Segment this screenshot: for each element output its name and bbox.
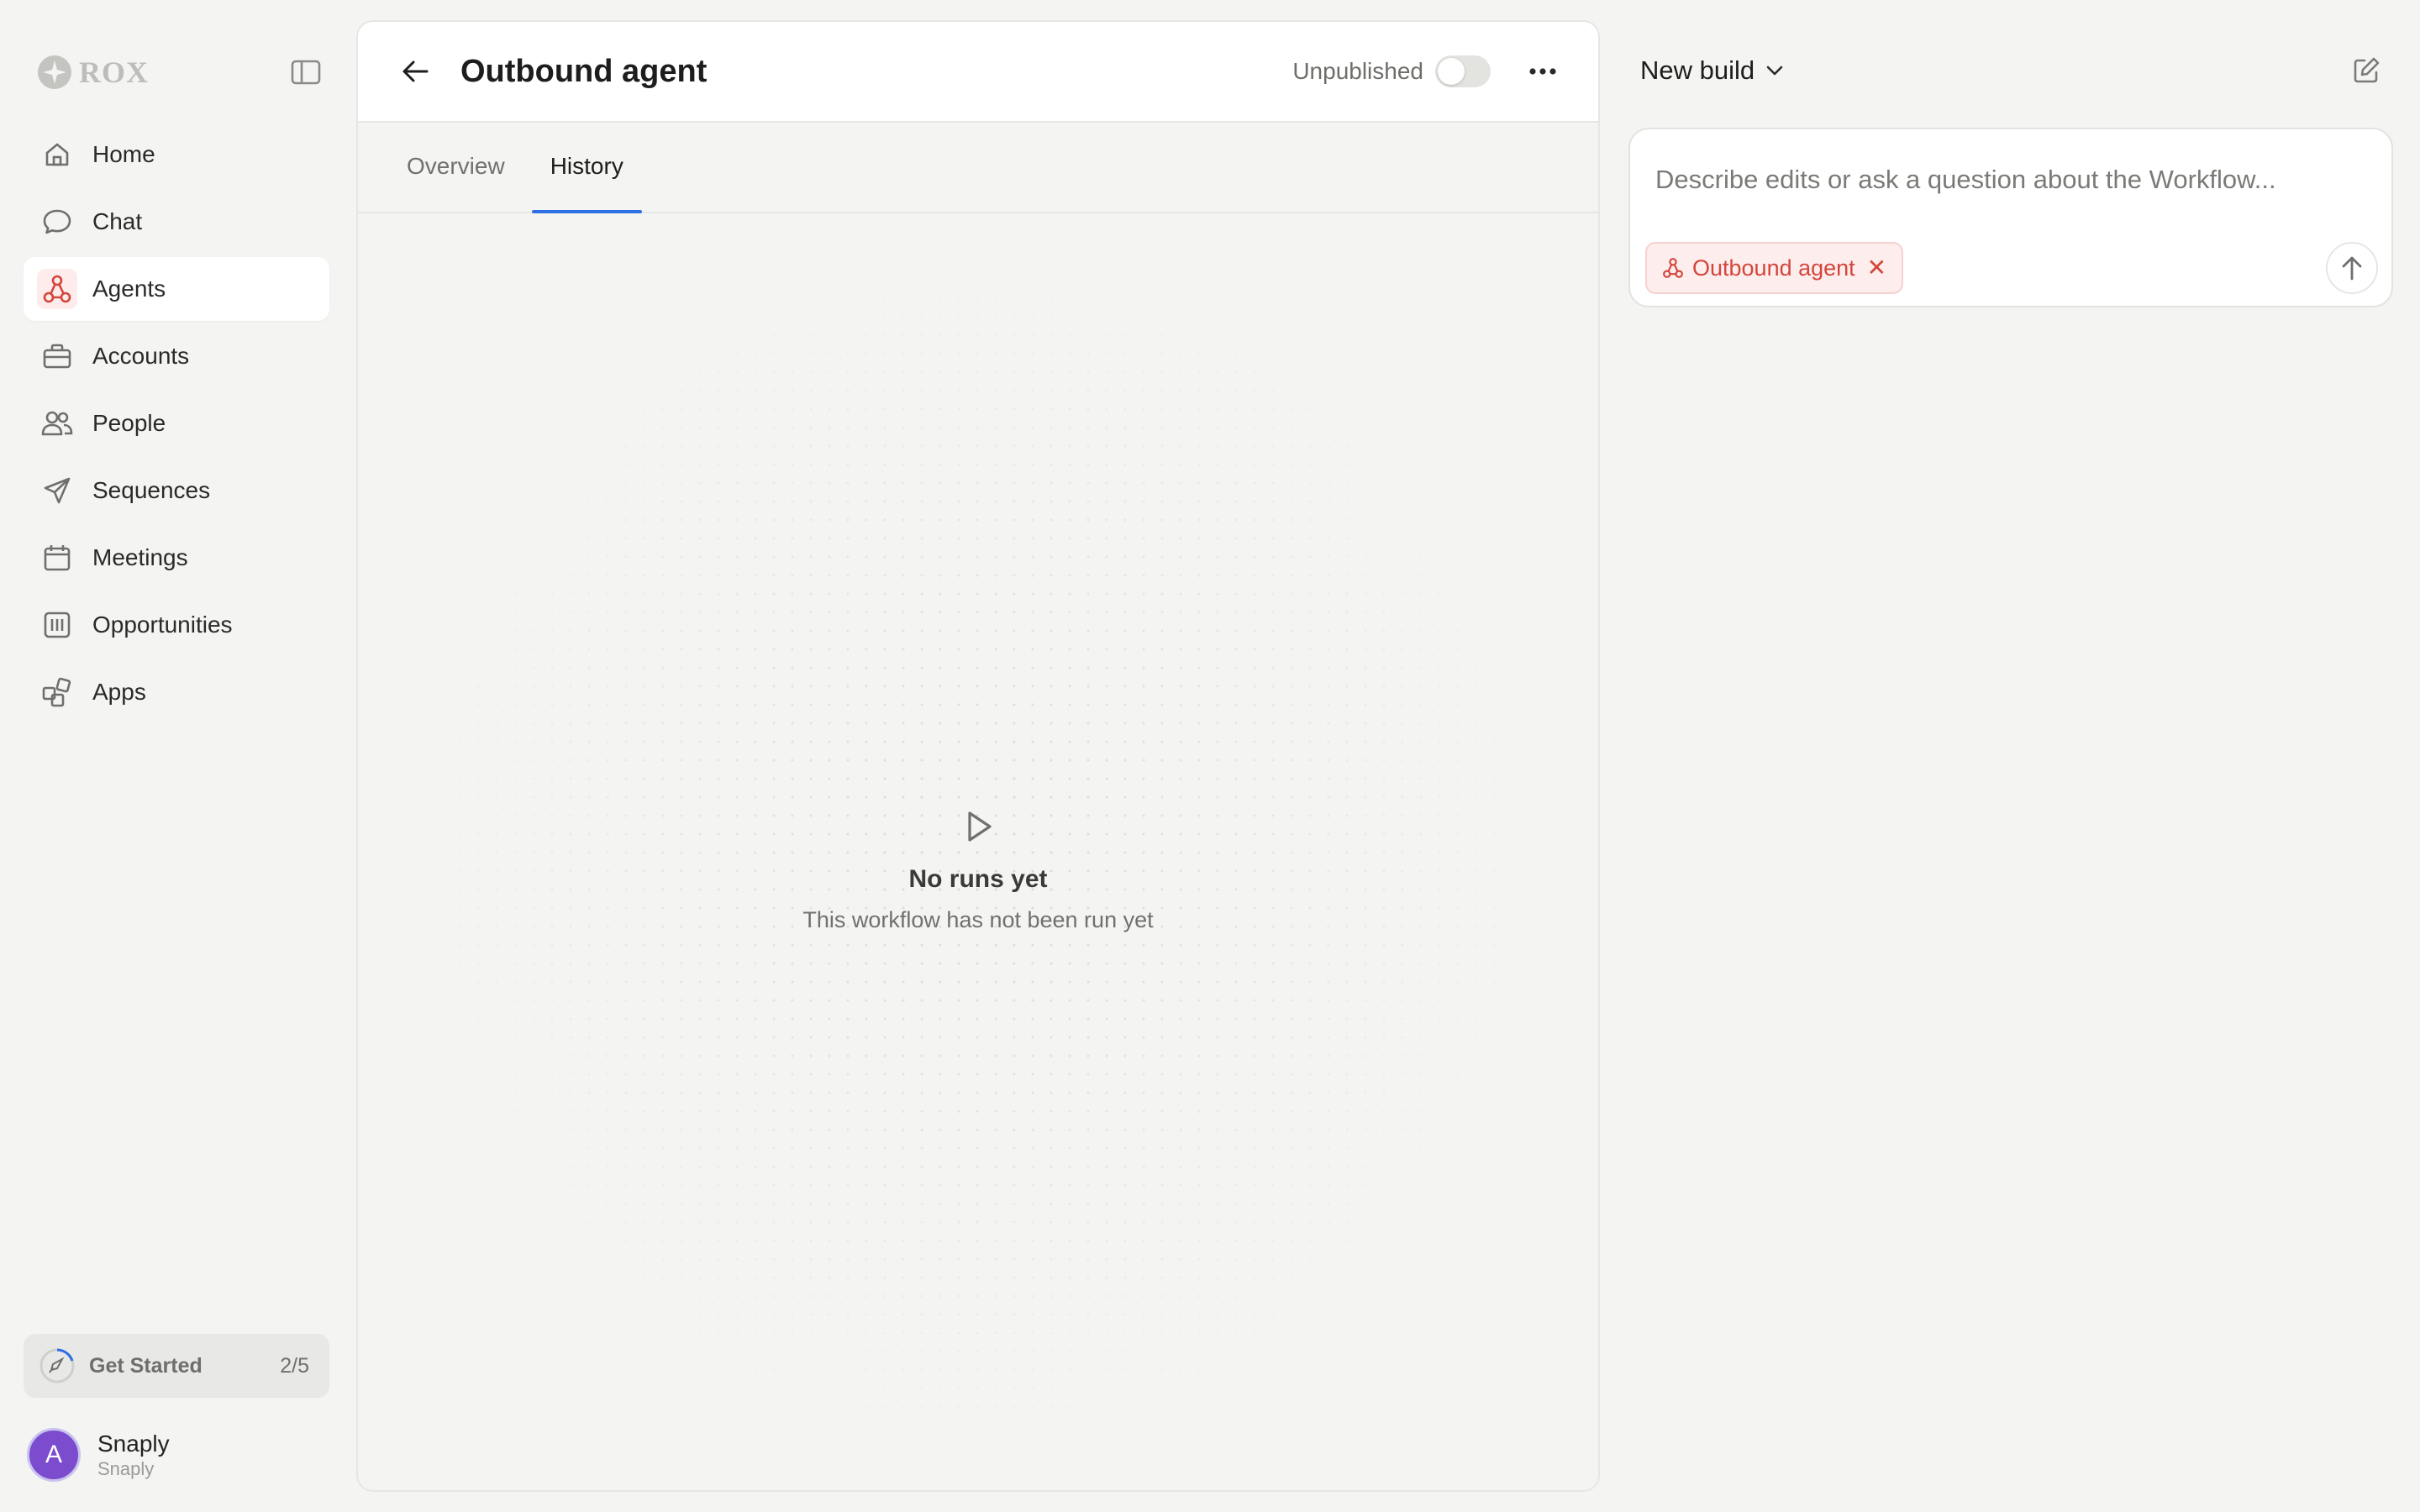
sidebar-item-sequences[interactable]: Sequences bbox=[24, 459, 329, 522]
logo-row: ROX bbox=[37, 52, 323, 92]
empty-state: No runs yet This workflow has not been r… bbox=[358, 803, 1598, 933]
get-started-label: Get Started bbox=[89, 1353, 203, 1378]
empty-state-title: No runs yet bbox=[908, 865, 1048, 893]
get-started-button[interactable]: Get Started 2/5 bbox=[24, 1334, 329, 1398]
sidebar-item-people[interactable]: People bbox=[24, 391, 329, 455]
user-org: Snaply bbox=[97, 1458, 155, 1479]
chevron-down-icon bbox=[1766, 66, 1783, 76]
rocket-progress-icon bbox=[37, 1346, 77, 1386]
empty-state-subtitle: This workflow has not been run yet bbox=[802, 907, 1154, 932]
sidebar-toggle-button[interactable] bbox=[289, 55, 323, 89]
history-canvas: No runs yet This workflow has not been r… bbox=[358, 215, 1598, 1490]
people-icon bbox=[37, 403, 77, 444]
workflow-tabs: Overview History bbox=[358, 123, 1598, 213]
agents-icon bbox=[1663, 258, 1683, 278]
sidebar-item-label: Apps bbox=[92, 679, 146, 705]
build-selector-label: New build bbox=[1640, 55, 1755, 85]
sidebar-item-label: Accounts bbox=[92, 343, 190, 369]
sidebar-item-opportunities[interactable]: Opportunities bbox=[24, 593, 329, 657]
sidebar-item-label: Chat bbox=[92, 208, 143, 234]
build-header: New build bbox=[1630, 47, 2386, 94]
get-started-count: 2/5 bbox=[280, 1353, 309, 1378]
arrow-up-icon bbox=[2342, 256, 2362, 281]
sidebar-item-meetings[interactable]: Meetings bbox=[24, 526, 329, 590]
user-name: Snaply bbox=[97, 1431, 170, 1457]
more-options-button[interactable] bbox=[1521, 50, 1565, 93]
sidebar-nav: Home Chat Agents Accounts People Sequenc… bbox=[24, 123, 329, 727]
chat-composer: Outbound agent ✕ bbox=[1628, 128, 2393, 307]
send-icon bbox=[37, 470, 77, 511]
calendar-icon bbox=[37, 538, 77, 578]
page-title: Outbound agent bbox=[460, 53, 708, 89]
sidebar-item-label: People bbox=[92, 410, 166, 436]
user-menu[interactable]: A Snaply Snaply bbox=[27, 1425, 170, 1485]
workflow-panel: Outbound agent Unpublished Overview Hist… bbox=[356, 20, 1600, 1492]
sidebar-item-agents[interactable]: Agents bbox=[24, 257, 329, 321]
sidebar-item-label: Opportunities bbox=[92, 612, 233, 638]
composer-input[interactable] bbox=[1655, 155, 2370, 205]
back-button[interactable] bbox=[392, 48, 439, 95]
sidebar-item-apps[interactable]: Apps bbox=[24, 660, 329, 724]
sidebar-panel-icon bbox=[291, 60, 321, 85]
sidebar-item-label: Home bbox=[92, 141, 155, 167]
toggle-knob bbox=[1438, 58, 1465, 85]
close-icon[interactable]: ✕ bbox=[1867, 256, 1886, 280]
home-icon bbox=[37, 134, 77, 175]
columns-icon bbox=[37, 605, 77, 645]
arrow-left-icon bbox=[402, 60, 429, 82]
user-info: Snaply Snaply bbox=[97, 1430, 170, 1480]
agents-icon bbox=[37, 269, 77, 309]
briefcase-icon bbox=[37, 336, 77, 376]
logo-mark-icon bbox=[38, 55, 71, 89]
sidebar-item-label: Meetings bbox=[92, 544, 188, 570]
workflow-header: Outbound agent Unpublished bbox=[358, 22, 1598, 123]
edit-square-icon bbox=[2354, 57, 2380, 83]
context-chip-label: Outbound agent bbox=[1692, 255, 1855, 281]
chat-icon bbox=[37, 202, 77, 242]
sidebar-item-chat[interactable]: Chat bbox=[24, 190, 329, 254]
more-horizontal-icon bbox=[1529, 68, 1556, 75]
play-icon bbox=[955, 803, 1002, 850]
sidebar-item-label: Agents bbox=[92, 276, 166, 302]
avatar: A bbox=[27, 1428, 81, 1482]
tab-history[interactable]: History bbox=[531, 121, 642, 213]
publish-toggle[interactable] bbox=[1435, 55, 1491, 87]
build-selector[interactable]: New build bbox=[1630, 52, 1795, 89]
new-chat-button[interactable] bbox=[2346, 50, 2386, 91]
send-button[interactable] bbox=[2326, 242, 2378, 294]
sidebar-item-accounts[interactable]: Accounts bbox=[24, 324, 329, 388]
publish-status-label: Unpublished bbox=[1292, 58, 1423, 84]
tab-overview[interactable]: Overview bbox=[388, 121, 523, 212]
context-chip[interactable]: Outbound agent ✕ bbox=[1645, 242, 1904, 294]
sidebar-item-label: Sequences bbox=[92, 477, 211, 503]
logo[interactable]: ROX bbox=[37, 55, 149, 90]
apps-icon bbox=[37, 672, 77, 712]
sidebar-item-home[interactable]: Home bbox=[24, 123, 329, 186]
sidebar: ROX Home Chat Agents Accounts People Seq… bbox=[0, 0, 353, 1512]
logo-text: ROX bbox=[79, 55, 149, 89]
